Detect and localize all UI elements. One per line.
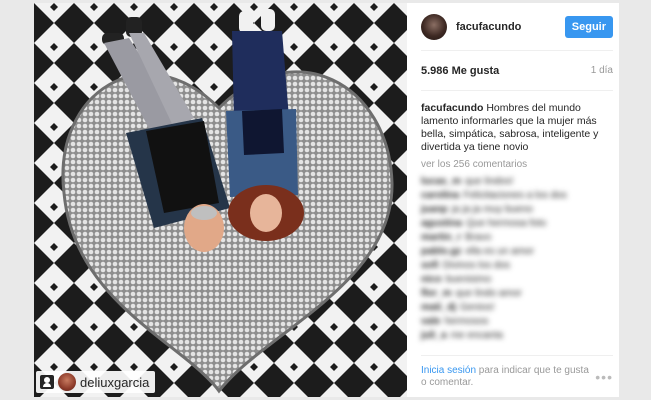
comment-text: Que hermosa foto <box>466 218 547 229</box>
post-footer: Inicia sesión para indicar que te gusta … <box>421 355 613 397</box>
list-item: juli_a me encanta <box>421 329 619 343</box>
comment-user[interactable]: pablo.gz <box>421 246 462 257</box>
post-photo[interactable]: deliuxgarcia <box>34 3 407 397</box>
comment-text: Felicitaciones a los dos <box>463 190 567 201</box>
comment-user[interactable]: carolina <box>421 190 459 201</box>
caption-author[interactable]: facufacundo <box>421 102 483 114</box>
list-item: martin_r Bravo <box>421 231 619 245</box>
post-caption: facufacundo Hombres del mundo lamento in… <box>421 102 613 171</box>
comment-text: que lindos! <box>465 176 514 187</box>
list-item: vale hermosos <box>421 315 619 329</box>
comment-user[interactable]: juanp <box>421 204 448 215</box>
photo-tag[interactable]: deliuxgarcia <box>36 371 156 393</box>
comment-text: hermosos <box>444 316 489 327</box>
comment-user[interactable]: sofi <box>421 260 439 271</box>
avatar[interactable] <box>421 13 447 40</box>
comment-user[interactable]: martin_r <box>421 232 461 243</box>
comment-user[interactable]: juli_a <box>421 330 447 341</box>
comment-text: ja ja ja muy bueno <box>451 204 533 215</box>
comment-text: me encanta <box>450 330 503 341</box>
list-item: lucas_m que lindos! <box>421 175 619 189</box>
comment-text: Bravo <box>465 232 492 243</box>
list-item: sofi Divinos los dos <box>421 259 619 273</box>
comment-user[interactable]: agustina <box>421 218 462 229</box>
list-item: mati_dj Genios! <box>421 301 619 315</box>
list-item: pablo.gz ella es un amor <box>421 245 619 259</box>
photo-illustration <box>34 3 407 397</box>
follow-button[interactable]: Seguir <box>564 15 613 38</box>
post-header: facufacundo Seguir <box>421 3 613 51</box>
comment-user[interactable]: flor_m <box>421 288 452 299</box>
list-item: nico buenisimo <box>421 273 619 287</box>
likes-count[interactable]: 5.986 Me gusta <box>421 65 499 77</box>
comment-text: buenisimo <box>445 274 492 285</box>
comment-text: ella es un amor <box>465 246 534 257</box>
comment-text: Genios! <box>460 302 495 313</box>
view-all-comments-link[interactable]: ver los 256 comentarios <box>421 158 613 171</box>
login-link[interactable]: Inicia sesión <box>421 365 476 376</box>
person-tag-icon[interactable] <box>40 375 54 389</box>
list-item: flor_m que lindo amor <box>421 287 619 301</box>
more-options-icon[interactable]: ••• <box>595 370 613 384</box>
comment-text: que lindo amor <box>455 288 522 299</box>
comment-user[interactable]: lucas_m <box>421 176 461 187</box>
post-side-panel: facufacundo Seguir 5.986 Me gusta 1 día … <box>407 3 619 397</box>
comment-user[interactable]: mati_dj <box>421 302 456 313</box>
comment-list: lucas_m que lindos! carolina Felicitacione… <box>421 175 619 343</box>
comment-user[interactable]: nico <box>421 274 442 285</box>
tagged-user-avatar <box>58 373 76 391</box>
post-username[interactable]: facufacundo <box>456 21 521 33</box>
post-container: deliuxgarcia facufacundo Seguir 5.986 Me… <box>34 3 619 397</box>
comment-text: Divinos los dos <box>442 260 511 271</box>
list-item: juanp ja ja ja muy bueno <box>421 203 619 217</box>
list-item: agustina Que hermosa foto <box>421 217 619 231</box>
post-time[interactable]: 1 día <box>591 65 613 76</box>
post-meta: 5.986 Me gusta 1 día <box>421 51 613 91</box>
list-item: carolina Felicitaciones a los dos <box>421 189 619 203</box>
login-prompt: Inicia sesión para indicar que te gusta … <box>421 365 595 389</box>
comment-user[interactable]: vale <box>421 316 440 327</box>
tagged-username[interactable]: deliuxgarcia <box>80 375 149 390</box>
